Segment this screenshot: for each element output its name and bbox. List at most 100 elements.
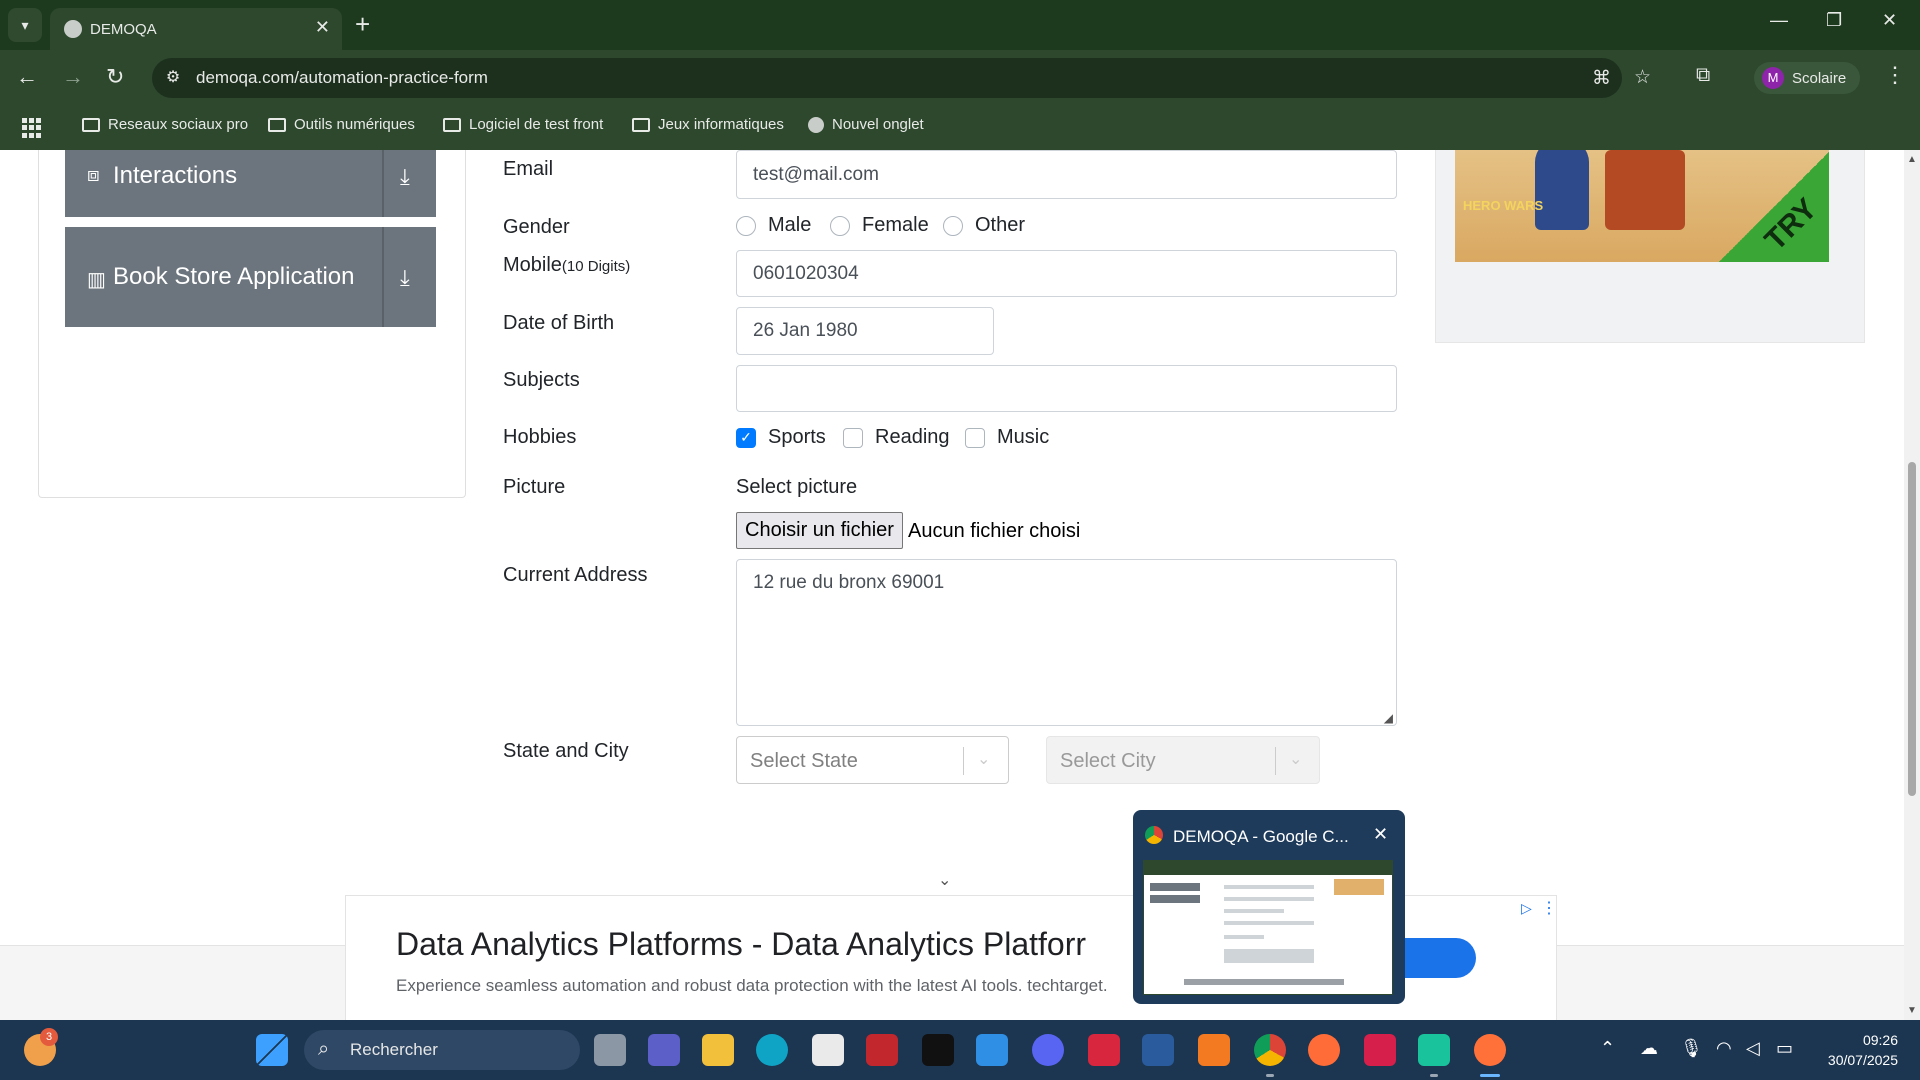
bookmark-link[interactable]: Nouvel onglet [808,116,924,133]
bookmark-folder[interactable]: Logiciel de test front [443,116,603,133]
chevron-up-icon[interactable]: ⌃ [1600,1038,1615,1059]
hobby-checkbox-reading[interactable]: Reading [843,426,950,449]
minimize-button[interactable]: — [1770,10,1788,31]
mobile-hint: (10 Digits) [561,258,631,275]
preview-thumbnail[interactable] [1143,860,1393,995]
treasure-chest-image [1605,150,1685,230]
resize-handle-icon[interactable]: ◢ [1384,711,1393,725]
mobile-field[interactable]: 0601020304 [736,250,1397,297]
microphone-icon[interactable]: 🎙 [1680,1038,1703,1059]
app-icon[interactable] [1364,1034,1396,1066]
hobby-checkbox-sports[interactable]: ✓ Sports [736,426,826,449]
subjects-label: Subjects [503,369,580,391]
scrollbar-thumb[interactable] [1908,462,1916,796]
search-icon: ⌕ [318,1038,330,1060]
ad-headline: Data Analytics Platforms - Data Analytic… [396,926,1087,962]
close-icon[interactable]: ✕ [1373,824,1388,845]
chrome-icon [1145,826,1163,844]
terminal-icon[interactable] [922,1034,954,1066]
battery-icon[interactable]: ▭ [1776,1038,1793,1059]
city-placeholder: Select City [1060,750,1156,772]
globe-icon [808,116,824,133]
file-explorer-icon[interactable] [702,1034,734,1066]
filezilla-icon[interactable] [866,1034,898,1066]
subjects-input[interactable] [736,365,1397,412]
hobby-checkbox-music[interactable]: Music [965,426,1049,449]
email-label: Email [503,158,554,180]
teams-icon[interactable] [648,1034,680,1066]
sidebar-group-interactions[interactable]: ⧈ Interactions ⤓ [65,150,436,217]
windows-taskbar: 3 ⌕ Rechercher ⌃ ☁ 🎙 ◠ ◁ ▭ 09:26 30/07/2… [0,1020,1920,1080]
restore-button[interactable]: ❐ [1826,10,1842,31]
bookmark-folder[interactable]: Outils numériques [268,116,415,133]
download-icon: ⤓ [400,265,410,290]
translate-icon[interactable]: ⌘ [1592,67,1611,90]
gender-radio-male[interactable]: Male [736,214,811,237]
forward-button[interactable]: → [62,66,84,88]
site-info-icon[interactable]: ⚙ [162,67,184,89]
xampp-icon[interactable] [1198,1034,1230,1066]
current-address-textarea[interactable]: 12 rue du bronx 69001 ◢ [736,559,1397,726]
hobbies-label: Hobbies [503,426,577,448]
bookmark-folder[interactable]: Jeux informatiques [632,116,784,133]
page-content: ⧈ Interactions ⤓ ▥ Book Store Applicatio… [0,150,1920,1020]
postman-icon[interactable] [1308,1034,1340,1066]
taskbar-search[interactable]: ⌕ Rechercher [304,1030,580,1070]
store-icon[interactable] [812,1034,844,1066]
onedrive-icon[interactable]: ☁ [1640,1038,1658,1059]
date-of-birth-input[interactable]: 26 Jan 1980 [736,307,994,355]
state-city-label: State and City [503,740,629,762]
chrome-icon[interactable] [1254,1034,1286,1066]
choose-file-button[interactable]: Choisir un fichier [736,512,903,549]
hero-character-image [1535,150,1589,230]
app-icon[interactable] [1142,1034,1174,1066]
city-select[interactable]: Select City ⌄ [1046,736,1320,784]
hero-wars-ad[interactable]: HERO WARS TRY [1455,150,1829,262]
system-clock[interactable]: 09:26 30/07/2025 [1818,1030,1898,1070]
tab-search-button[interactable]: ▾ [8,8,42,42]
sidebar-group-book-store[interactable]: ▥ Book Store Application ⤓ [65,227,436,327]
scroll-down-icon[interactable]: ▼ [1907,1005,1917,1016]
page-scrollbar[interactable]: ▲ ▼ [1904,150,1920,1020]
chevron-down-icon[interactable]: ⌄ [938,870,951,890]
apps-grid-icon[interactable] [22,118,42,138]
chrome-menu-icon[interactable]: ⋮ [1884,62,1906,88]
address-bar[interactable]: ⚙ demoqa.com/automation-practice-form ⌘ … [152,58,1651,98]
gender-label: Gender [503,216,570,238]
browser-tab[interactable]: DEMOQA ✕ [50,8,342,50]
dob-value: 26 Jan 1980 [753,320,858,341]
ad-logo: HERO WARS [1463,198,1544,213]
edge-icon[interactable] [756,1034,788,1066]
chatgpt-icon[interactable] [1418,1034,1450,1066]
gender-radio-female[interactable]: Female [830,214,929,237]
bookmark-star-icon[interactable]: ☆ [1634,66,1651,89]
file-status: Aucun fichier choisi [908,520,1081,542]
close-window-button[interactable]: ✕ [1882,10,1897,31]
task-view-icon[interactable] [594,1034,626,1066]
adchoices-icon[interactable]: ▷ [1521,900,1532,917]
folder-icon [632,117,650,132]
profile-button[interactable]: M Scolaire [1754,62,1860,94]
close-tab-icon[interactable]: ✕ [315,17,330,38]
scroll-up-icon[interactable]: ▲ [1907,154,1917,165]
windows-start-icon[interactable] [256,1034,288,1066]
git-icon[interactable] [1088,1034,1120,1066]
wifi-icon[interactable]: ◠ [1716,1038,1732,1059]
chevron-down-icon: ⌄ [1289,751,1303,768]
tab-title: DEMOQA [90,21,157,38]
bookmark-folder[interactable]: Reseaux sociaux pro [82,116,248,133]
extensions-icon[interactable]: ⧉ [1696,64,1710,87]
email-field[interactable]: test@mail.com [736,150,1397,199]
firefox-icon[interactable] [1474,1034,1506,1066]
taskbar-window-preview[interactable]: DEMOQA - Google C... ✕ [1133,810,1405,1004]
state-select[interactable]: Select State ⌄ [736,736,1009,784]
discord-icon[interactable] [1032,1034,1064,1066]
gender-radio-other[interactable]: Other [943,214,1025,237]
vscode-icon[interactable] [976,1034,1008,1066]
ad-menu-icon[interactable]: ⋮ [1541,898,1557,918]
back-button[interactable]: ← [16,66,38,88]
select-picture-text: Select picture [736,476,858,498]
new-tab-button[interactable]: + [355,10,370,38]
volume-icon[interactable]: ◁ [1746,1038,1760,1059]
reload-button[interactable]: ↻ [106,66,124,88]
